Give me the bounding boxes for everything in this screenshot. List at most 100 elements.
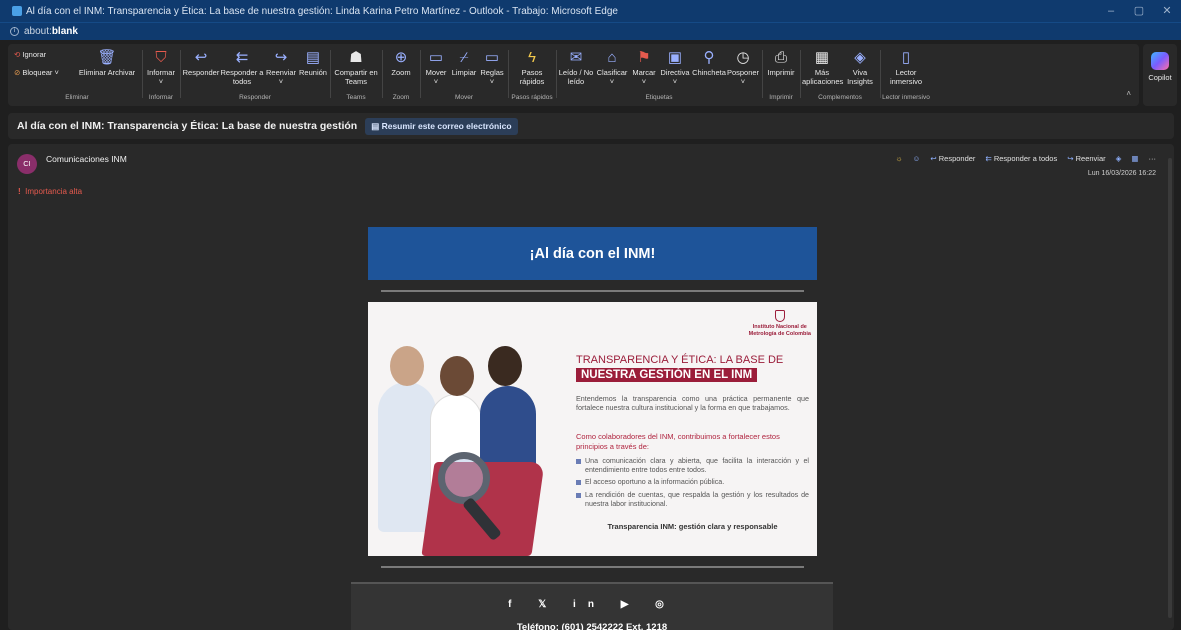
limpiar-button[interactable]: ⌿ Limpiar xyxy=(450,48,478,77)
responder-button[interactable]: ↩ Responder xyxy=(182,48,220,77)
calendar-icon: ▤ xyxy=(305,49,321,66)
scrollbar[interactable] xyxy=(1168,158,1172,618)
card-intro: Entendemos la transparencia como una prá… xyxy=(576,394,809,412)
group-label: Pasos rápidos xyxy=(511,94,553,101)
responder-todos-button[interactable]: ⇇ Responder a todos xyxy=(220,48,264,86)
card-bullet: Una comunicación clara y abierta, que fa… xyxy=(576,457,809,474)
reply-icon: ↩ xyxy=(194,49,208,66)
minimize-button[interactable]: – xyxy=(1097,0,1125,22)
leido-button[interactable]: ✉ Leído / No leído xyxy=(558,48,594,86)
group-label: Etiquetas xyxy=(645,94,673,101)
social-icons[interactable]: f 𝕏 in ▶ ◎ xyxy=(351,599,833,610)
group-label: Imprimir xyxy=(769,94,793,101)
card-highlight: Como colaboradores del INM, contribuimos… xyxy=(576,432,780,451)
footer-phone: Teléfono: (601) 2542222 Ext. 1218 xyxy=(516,622,668,630)
address-prefix: about: xyxy=(24,26,52,37)
reply-all-action[interactable]: ⇇ Responder a todos xyxy=(985,154,1057,163)
directiva-button[interactable]: ▣ Directiva ˅ xyxy=(658,48,692,86)
group-label: Responder xyxy=(239,94,271,101)
clock-icon: ◷ xyxy=(736,49,750,66)
shield-alert-icon: ⛉ xyxy=(155,49,167,66)
message-date: Lun 16/03/2026 16:22 xyxy=(1087,170,1156,177)
exclamation-icon: ! xyxy=(18,187,21,196)
address-bar[interactable]: i about: blank xyxy=(0,22,1181,40)
reply-icon: ↩ xyxy=(930,154,937,163)
reply-all-icon: ⇇ xyxy=(985,154,992,163)
zoom-button[interactable]: ⊕ Zoom xyxy=(384,48,418,77)
close-button[interactable]: ✕ xyxy=(1153,0,1181,22)
copilot-icon xyxy=(1151,52,1169,70)
ribbon-separator xyxy=(800,50,801,98)
group-mover: ▭ Mover ˅ ⌿ Limpiar ▭ Reglas ˅ Mover xyxy=(422,48,506,102)
collapse-ribbon-icon[interactable]: ˄ xyxy=(1126,89,1131,98)
imprimir-button[interactable]: ⎙ Imprimir xyxy=(764,48,798,77)
man-head xyxy=(390,346,424,386)
address-bold: blank xyxy=(51,26,78,37)
mover-button[interactable]: ▭ Mover ˅ xyxy=(422,48,450,86)
broom-icon: ⌿ xyxy=(459,49,469,66)
group-label: Eliminar xyxy=(65,94,89,101)
reenviar-button[interactable]: ↪ Reenviar ˅ xyxy=(264,48,298,86)
move-folder-icon: ▭ xyxy=(428,49,444,66)
posponer-button[interactable]: ◷ Posponer ˅ xyxy=(726,48,760,86)
group-eliminar: ⟲ Ignorar ⊘ Bloquear ˅ 🗑 Eliminar Archiv… xyxy=(12,48,142,102)
forward-action[interactable]: ↪ Reenviar xyxy=(1067,154,1105,163)
ignorar-button[interactable]: ⟲ Ignorar xyxy=(14,50,46,59)
ribbon: ⟲ Ignorar ⊘ Bloquear ˅ 🗑 Eliminar Archiv… xyxy=(8,44,1139,106)
message-actions: ☼ ☺ ↩ Responder ⇇ Responder a todos ↪ Re… xyxy=(896,154,1156,163)
maximize-button[interactable]: ▢ xyxy=(1125,0,1153,22)
viva-insights-icon: ◈ xyxy=(854,49,866,66)
zoom-icon: ⊕ xyxy=(394,49,408,66)
more-options-icon[interactable]: ··· xyxy=(1149,154,1157,163)
ribbon-separator xyxy=(420,50,421,98)
reunion-button[interactable]: ▤ Reunión xyxy=(298,48,328,77)
reply-action[interactable]: ↩ Responder xyxy=(930,154,975,163)
group-complementos: ▦ Más aplicaciones ◈ Viva Insights Complem… xyxy=(802,48,878,102)
viva-insights-button[interactable]: ◈ Viva Insights xyxy=(842,48,878,86)
group-teams: ☗ Compartir en Teams Teams xyxy=(332,48,380,102)
informar-button[interactable]: ⛉ Informar ˅ xyxy=(144,48,178,86)
teams-icon: ☗ xyxy=(349,49,363,66)
ribbon-separator xyxy=(762,50,763,98)
emoji-icon[interactable]: ☺ xyxy=(913,154,921,163)
pasos-rapidos-button[interactable]: ϟ Pasos rápidos xyxy=(510,48,554,86)
window-controls: – ▢ ✕ xyxy=(1097,0,1181,22)
edge-app-icon xyxy=(12,6,22,16)
printer-icon: ⎙ xyxy=(774,49,787,66)
group-label: Complementos xyxy=(818,94,862,101)
message-subject: Al día con el INM: Transparencia y Ética… xyxy=(17,120,358,132)
window-titlebar: Al día con el INM: Transparencia y Ética… xyxy=(0,0,1181,22)
block-icon: ⊘ xyxy=(14,68,21,77)
clasificar-button[interactable]: ⌂ Clasificar ˅ xyxy=(594,48,630,86)
sun-icon[interactable]: ☼ xyxy=(896,154,903,163)
lector-inmersivo-button[interactable]: ▯ Lector inmersivo xyxy=(882,48,930,86)
reply-all-icon: ⇇ xyxy=(235,49,249,66)
compartir-teams-button[interactable]: ☗ Compartir en Teams xyxy=(332,48,380,86)
marcar-button[interactable]: ⚑ Marcar ˅ xyxy=(630,48,658,86)
group-label: Teams xyxy=(346,94,366,101)
lightning-icon: ϟ xyxy=(528,49,536,66)
summarize-button[interactable]: ▤ Resumir este correo electrónico xyxy=(365,117,518,135)
inm-seal-icon xyxy=(774,310,785,322)
summary-icon: ▤ xyxy=(371,120,380,131)
copilot-button[interactable]: Copilot xyxy=(1143,44,1177,106)
group-lector: ▯ Lector inmersivo Lector inmersivo xyxy=(882,48,930,102)
mas-aplicaciones-button[interactable]: ▦ Más aplicaciones xyxy=(802,48,843,86)
eliminar-archivar-button[interactable]: 🗑 Eliminar Archivar xyxy=(72,48,142,77)
email-footer: f 𝕏 in ▶ ◎ Teléfono: (601) 2542222 Ext. … xyxy=(351,582,833,630)
card-title-1: TRANSPARENCIA Y ÉTICA: LA BASE DE xyxy=(576,354,784,366)
copilot-small-icon[interactable]: ◈ xyxy=(1116,154,1122,163)
info-icon[interactable]: i xyxy=(10,27,19,36)
card-bullet: El acceso oportuno a la información públ… xyxy=(576,478,809,487)
chincheta-button[interactable]: ⚲ Chincheta xyxy=(692,48,726,77)
apps-icon[interactable]: ▦ xyxy=(1131,154,1138,163)
apps-grid-icon: ▦ xyxy=(814,49,830,66)
avatar[interactable]: CI xyxy=(17,154,37,174)
sender-name[interactable]: Comunicaciones INM xyxy=(46,154,127,164)
ribbon-separator xyxy=(142,50,143,98)
envelope-open-icon: ✉ xyxy=(569,49,583,66)
reglas-button[interactable]: ▭ Reglas ˅ xyxy=(478,48,506,86)
woman2-head xyxy=(488,346,522,386)
bloquear-button[interactable]: ⊘ Bloquear ˅ xyxy=(14,68,59,77)
woman-head xyxy=(440,356,474,396)
